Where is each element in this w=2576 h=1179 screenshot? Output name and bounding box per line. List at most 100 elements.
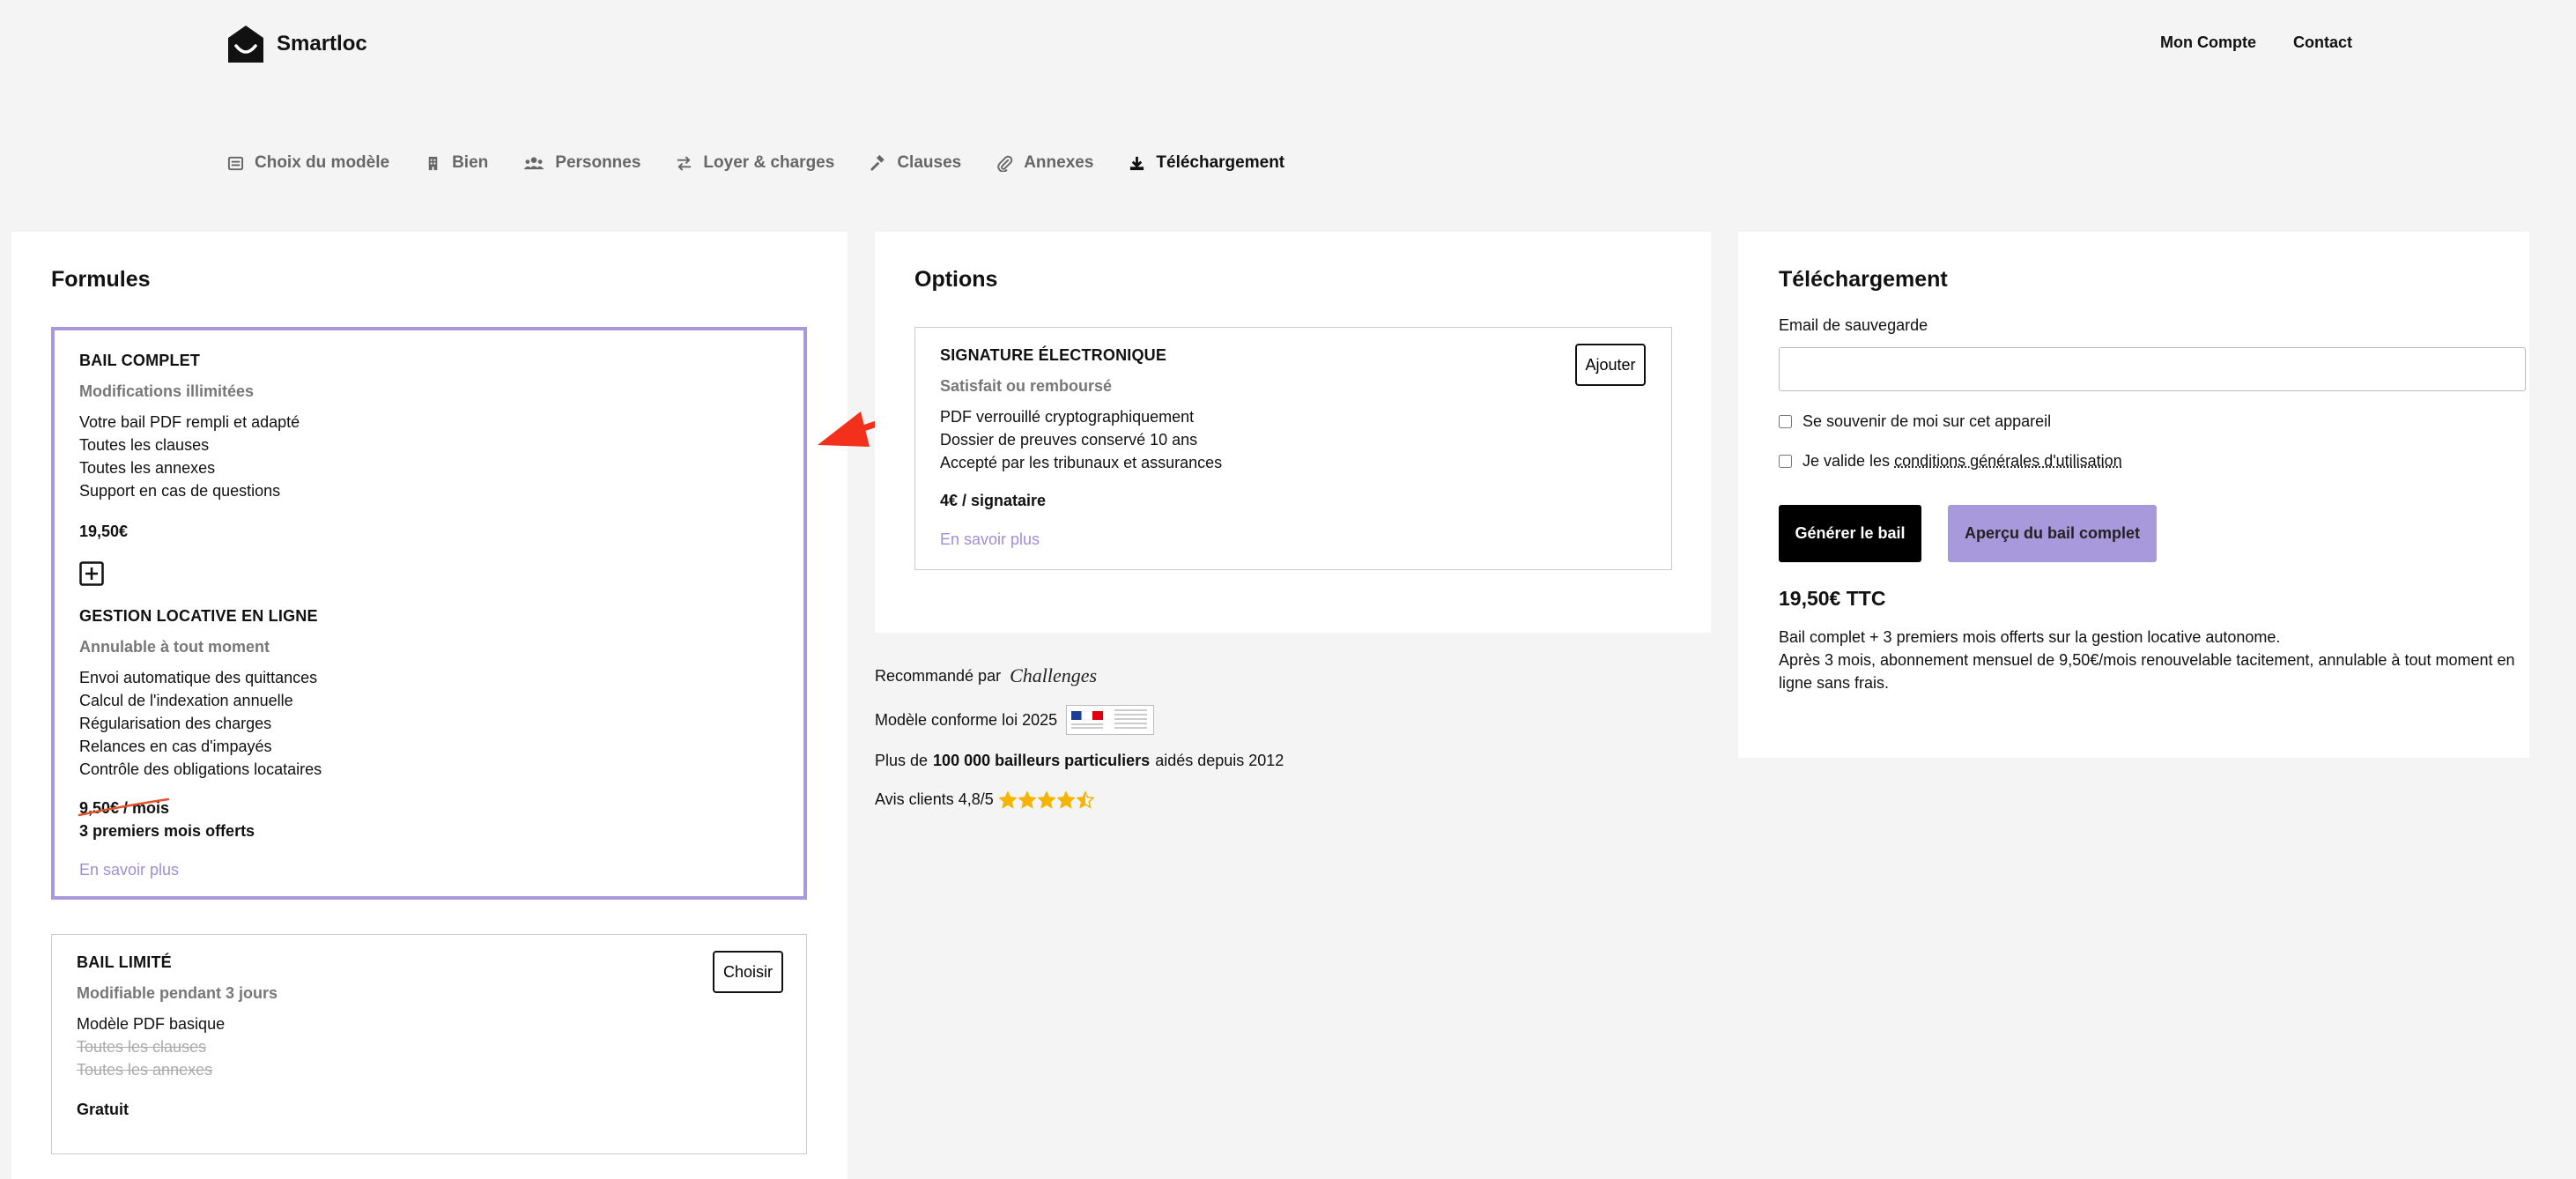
bail-limite-title: BAIL LIMITÉ: [77, 953, 172, 971]
step-label: Personnes: [555, 153, 641, 172]
bail-limite-price: Gratuit: [77, 1101, 130, 1118]
signature-more-link[interactable]: En savoir plus: [940, 530, 1040, 549]
brand-name: Smartloc: [277, 32, 367, 56]
reco-conforme: Modèle conforme loi 2025: [875, 705, 1155, 735]
star-icon: [1018, 790, 1036, 809]
formules-panel: Formules BAIL COMPLET Modifications illi…: [11, 232, 848, 1179]
building-icon: [428, 156, 438, 170]
step-personnes[interactable]: Personnes: [523, 153, 640, 173]
download-title: Téléchargement: [1779, 267, 1948, 292]
reco-prefix: Recommandé par: [875, 666, 1002, 685]
brand-logo[interactable]: Smartloc: [227, 25, 367, 63]
gestion-more-link[interactable]: En savoir plus: [79, 861, 179, 879]
bailleurs-prefix: Plus de: [875, 752, 929, 769]
step-telechargement[interactable]: Téléchargement: [1129, 153, 1284, 173]
signature-price: 4€ / signataire: [940, 492, 1047, 509]
download-panel: Téléchargement Email de sauvegarde Se so…: [1738, 232, 2529, 758]
star-icon: [998, 790, 1017, 809]
nav-mon-compte[interactable]: Mon Compte: [2160, 33, 2256, 52]
feature-item-unavailable: Toutes les clauses: [77, 1038, 207, 1056]
bail-limite-features: Modèle PDF basique Toutes les clauses To…: [77, 1012, 225, 1081]
nav-contact[interactable]: Contact: [2293, 33, 2352, 52]
step-label: Annexes: [1024, 153, 1094, 172]
star-icon: [1056, 790, 1075, 809]
download-icon: [1130, 156, 1144, 170]
signature-features: PDF verrouillé cryptographiquement Dossi…: [940, 405, 1222, 474]
feature-item: PDF verrouillé cryptographiquement: [940, 408, 1195, 426]
rating-stars: [998, 790, 1094, 809]
avis-text: Avis clients 4,8/5: [875, 790, 994, 808]
users-icon: [523, 156, 544, 169]
house-logo-icon: [228, 26, 263, 63]
cgu-label: Je valide les conditions générales d'uti…: [1802, 452, 2122, 471]
signature-subtitle: Satisfait ou remboursé: [940, 377, 1113, 395]
reco-challenges: Recommandé par Challenges: [875, 664, 1097, 687]
feature-item: Toutes les annexes: [79, 459, 216, 477]
feature-item: Contrôle des obligations locataires: [79, 760, 322, 778]
step-label: Clauses: [897, 153, 962, 172]
feature-item-unavailable: Toutes les annexes: [77, 1061, 213, 1079]
feature-item: Support en cas de questions: [79, 482, 281, 500]
ajouter-button[interactable]: Ajouter: [1575, 344, 1646, 386]
cgu-link[interactable]: conditions générales d'utilisation: [1894, 452, 2122, 470]
bail-complet-card[interactable]: BAIL COMPLET Modifications illimitées Vo…: [51, 327, 807, 900]
step-annexes[interactable]: Annexes: [996, 153, 1093, 173]
feature-item: Calcul de l'indexation annuelle: [79, 692, 293, 709]
exchange-icon: [677, 155, 692, 171]
options-panel: Options SIGNATURE ÉLECTRONIQUE Satisfait…: [875, 232, 1711, 633]
step-label: Loyer & charges: [703, 153, 835, 172]
conform-text: Modèle conforme loi 2025: [875, 710, 1058, 729]
paperclip-icon: [997, 155, 1013, 172]
gestion-title: GESTION LOCATIVE EN LIGNE: [79, 607, 318, 625]
bail-complet-subtitle: Modifications illimitées: [79, 382, 255, 400]
bailleurs-suffix: aidés depuis 2012: [1155, 752, 1284, 769]
step-label: Téléchargement: [1156, 153, 1285, 172]
bail-complet-price: 19,50€: [79, 523, 129, 540]
remember-row[interactable]: Se souvenir de moi sur cet appareil: [1779, 412, 2051, 431]
challenges-logo: Challenges: [1010, 664, 1098, 686]
feature-item: Modèle PDF basique: [77, 1015, 226, 1033]
total-price: 19,50€ TTC: [1779, 587, 1886, 610]
star-icon: [1076, 790, 1094, 809]
feature-item: Régularisation des charges: [79, 715, 272, 732]
bail-complet-features: Votre bail PDF rempli et adapté Toutes l…: [79, 411, 300, 502]
cgu-prefix: Je valide les: [1802, 452, 1891, 470]
price-notes: Bail complet + 3 premiers mois offerts s…: [1779, 626, 2519, 694]
plus-square-icon: [79, 561, 104, 586]
price-note: Après 3 mois, abonnement mensuel de 9,50…: [1779, 651, 2515, 692]
republique-francaise-logo-icon: [1066, 705, 1155, 735]
generate-bail-button[interactable]: Générer le bail: [1779, 505, 1921, 562]
options-title: Options: [914, 267, 998, 292]
formules-title: Formules: [51, 267, 151, 292]
template-icon: [227, 156, 244, 170]
gestion-offer: 3 premiers mois offerts: [79, 822, 255, 840]
feature-item: Votre bail PDF rempli et adapté: [79, 413, 300, 431]
feature-item: Toutes les clauses: [79, 436, 210, 454]
remember-checkbox[interactable]: [1779, 415, 1792, 428]
price-strike-mark: [78, 797, 170, 817]
choisir-button[interactable]: Choisir: [713, 951, 783, 993]
bail-limite-card[interactable]: BAIL LIMITÉ Modifiable pendant 3 jours M…: [51, 934, 807, 1154]
cgu-row[interactable]: Je valide les conditions générales d'uti…: [1779, 452, 2122, 471]
email-input[interactable]: [1779, 347, 2526, 391]
header-nav: Mon Compte Contact: [2160, 33, 2352, 52]
remember-label: Se souvenir de moi sur cet appareil: [1802, 412, 2052, 430]
step-choix-modele[interactable]: Choix du modèle: [227, 153, 389, 173]
feature-item: Accepté par les tribunaux et assurances: [940, 454, 1223, 471]
gestion-subtitle: Annulable à tout moment: [79, 638, 270, 656]
step-nav: Choix du modèle Bien Personnes Loyer & c…: [227, 153, 1284, 173]
star-icon: [1037, 790, 1055, 809]
signature-card[interactable]: SIGNATURE ÉLECTRONIQUE Satisfait ou remb…: [914, 327, 1672, 570]
cgu-checkbox[interactable]: [1779, 455, 1792, 468]
reco-avis[interactable]: Avis clients 4,8/5: [875, 790, 1094, 809]
email-label: Email de sauvegarde: [1779, 316, 1928, 334]
step-bien[interactable]: Bien: [425, 153, 488, 173]
feature-item: Relances en cas d'impayés: [79, 738, 272, 755]
bailleurs-count: 100 000 bailleurs particuliers: [933, 752, 1151, 769]
preview-bail-button[interactable]: Aperçu du bail complet: [1948, 505, 2157, 562]
step-label: Choix du modèle: [255, 153, 390, 172]
step-clauses[interactable]: Clauses: [870, 153, 961, 173]
bail-limite-subtitle: Modifiable pendant 3 jours: [77, 984, 278, 1002]
step-label: Bien: [452, 153, 489, 172]
step-loyer-charges[interactable]: Loyer & charges: [676, 153, 834, 173]
